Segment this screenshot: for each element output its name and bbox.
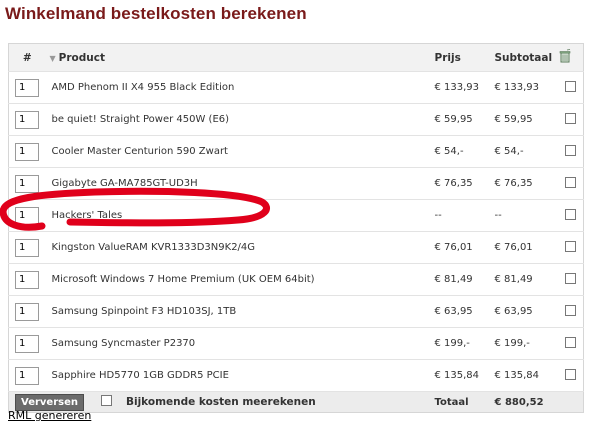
- total-label: Totaal: [434, 391, 495, 413]
- quantity-input[interactable]: [15, 142, 39, 161]
- page-title: Winkelmand bestelkosten berekenen: [5, 4, 307, 23]
- quantity-input[interactable]: [15, 238, 39, 257]
- delete-checkbox[interactable]: [564, 80, 576, 92]
- delete-checkbox[interactable]: [564, 112, 576, 124]
- qty-cell: [8, 295, 46, 328]
- delete-cell: [557, 359, 584, 392]
- product-name: Kingston ValueRAM KVR1333D3N9K2/4G: [45, 231, 435, 264]
- product-name: Samsung Spinpoint F3 HD103SJ, 1TB: [45, 295, 435, 328]
- subtotal-cell: € 81,49: [494, 263, 558, 296]
- price-cell: € 76,35: [434, 167, 495, 200]
- delete-cell: [557, 71, 584, 104]
- footer-empty: [557, 391, 584, 413]
- total-value: € 880,52: [494, 391, 558, 413]
- delete-checkbox[interactable]: [564, 304, 576, 316]
- price-cell: € 81,49: [434, 263, 495, 296]
- qty-cell: [8, 103, 46, 136]
- qty-cell: [8, 327, 46, 360]
- qty-cell: [8, 263, 46, 296]
- header-product[interactable]: ▼ Product: [45, 43, 435, 72]
- quantity-input[interactable]: [15, 270, 39, 289]
- subtotal-cell: € 133,93: [494, 71, 558, 104]
- qty-cell: [8, 199, 46, 232]
- refresh-button[interactable]: Verversen: [15, 393, 84, 411]
- product-name: Samsung Syncmaster P2370: [45, 327, 435, 360]
- subtotal-cell: € 135,84: [494, 359, 558, 392]
- cart-table: # ▼ Product Prijs Subtotaal 1 AMD Phenom…: [8, 43, 584, 413]
- product-name: AMD Phenom II X4 955 Black Edition: [45, 71, 435, 104]
- delete-checkbox[interactable]: [564, 208, 576, 220]
- delete-checkbox[interactable]: [564, 336, 576, 348]
- delete-cell: [557, 327, 584, 360]
- delete-checkbox[interactable]: [564, 240, 576, 252]
- cart-row: Sapphire HD5770 1GB GDDR5 PCIE€ 135,84€ …: [8, 359, 584, 392]
- delete-checkbox[interactable]: [564, 144, 576, 156]
- quantity-input[interactable]: [15, 110, 39, 129]
- product-name: Sapphire HD5770 1GB GDDR5 PCIE: [45, 359, 435, 392]
- product-name: Microsoft Windows 7 Home Premium (UK OEM…: [45, 263, 435, 296]
- cart-row: be quiet! Straight Power 450W (E6)€ 59,9…: [8, 103, 584, 136]
- delete-cell: [557, 199, 584, 232]
- cart-row: Samsung Syncmaster P2370€ 199,-€ 199,-: [8, 327, 584, 360]
- delete-checkbox[interactable]: [564, 272, 576, 284]
- quantity-input[interactable]: [15, 334, 39, 353]
- subtotal-cell: € 199,-: [494, 327, 558, 360]
- quantity-input[interactable]: [15, 302, 39, 321]
- qty-cell: [8, 359, 46, 392]
- product-name: Cooler Master Centurion 590 Zwart: [45, 135, 435, 168]
- price-cell: € 199,-: [434, 327, 495, 360]
- cart-row: AMD Phenom II X4 955 Black Edition€ 133,…: [8, 71, 584, 104]
- cart-row: Samsung Spinpoint F3 HD103SJ, 1TB€ 63,95…: [8, 295, 584, 328]
- cart-row: Hackers' Tales----: [8, 199, 584, 232]
- product-name: be quiet! Straight Power 450W (E6): [45, 103, 435, 136]
- header-product-label: Product: [58, 51, 105, 64]
- price-cell: € 63,95: [434, 295, 495, 328]
- subtotal-cell: € 63,95: [494, 295, 558, 328]
- extra-costs-label: Bijkomende kosten meerekenen: [125, 395, 316, 408]
- delete-checkbox[interactable]: [564, 176, 576, 188]
- delete-cell: [557, 167, 584, 200]
- qty-cell: [8, 231, 46, 264]
- header-price: Prijs: [434, 43, 495, 72]
- price-cell: € 135,84: [434, 359, 495, 392]
- qty-cell: [8, 167, 46, 200]
- subtotal-cell: € 59,95: [494, 103, 558, 136]
- cart-row: Cooler Master Centurion 590 Zwart€ 54,-€…: [8, 135, 584, 168]
- delete-checkbox[interactable]: [564, 368, 576, 380]
- delete-cell: [557, 135, 584, 168]
- subtotal-cell: € 76,35: [494, 167, 558, 200]
- qty-cell: [8, 135, 46, 168]
- delete-cell: [557, 263, 584, 296]
- subtotal-cell: € 54,-: [494, 135, 558, 168]
- cart-header-row: # ▼ Product Prijs Subtotaal: [8, 43, 584, 72]
- header-number: #: [8, 43, 46, 72]
- price-cell: € 54,-: [434, 135, 495, 168]
- subtotal-cell: --: [494, 199, 558, 232]
- generate-rml-link[interactable]: RML genereren: [8, 409, 91, 422]
- extra-costs-checkbox[interactable]: [101, 394, 113, 406]
- header-subtotal: Subtotaal: [494, 43, 558, 72]
- price-cell: € 59,95: [434, 103, 495, 136]
- quantity-input[interactable]: [15, 78, 39, 97]
- delete-cell: [557, 103, 584, 136]
- cart-row: Gigabyte GA-MA785GT-UD3H€ 76,35€ 76,35: [8, 167, 584, 200]
- product-name: Gigabyte GA-MA785GT-UD3H: [45, 167, 435, 200]
- product-name: Hackers' Tales: [45, 199, 435, 232]
- qty-cell: [8, 71, 46, 104]
- sort-arrow-icon: ▼: [49, 53, 56, 63]
- cart-row: Microsoft Windows 7 Home Premium (UK OEM…: [8, 263, 584, 296]
- price-cell: --: [434, 199, 495, 232]
- quantity-input[interactable]: [15, 206, 39, 225]
- quantity-input[interactable]: [15, 174, 39, 193]
- cart-footer-row: Verversen Bijkomende kosten meerekenen T…: [8, 391, 584, 413]
- delete-cell: [557, 231, 584, 264]
- trash-icon[interactable]: [558, 49, 572, 63]
- cart-row: Kingston ValueRAM KVR1333D3N9K2/4G€ 76,0…: [8, 231, 584, 264]
- quantity-input[interactable]: [15, 366, 39, 385]
- subtotal-cell: € 76,01: [494, 231, 558, 264]
- header-delete[interactable]: [557, 43, 584, 72]
- price-cell: € 76,01: [434, 231, 495, 264]
- delete-cell: [557, 295, 584, 328]
- price-cell: € 133,93: [434, 71, 495, 104]
